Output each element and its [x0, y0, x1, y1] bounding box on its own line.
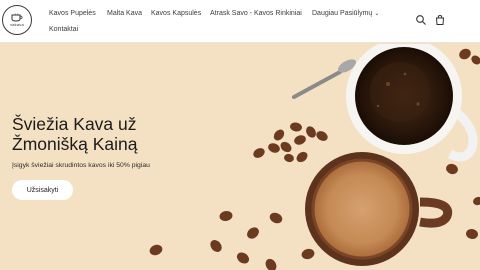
hero-banner	[0, 44, 480, 270]
coffee-cup-icon	[11, 13, 23, 22]
nav-item-daugiau-pasiulymu[interactable]: Daugiau Pasiūlymų ⌄	[312, 9, 379, 19]
nav-item-kavos-kapsules[interactable]: Kavos Kapsulės	[151, 9, 201, 18]
espresso-cup-image	[346, 44, 478, 162]
hero-title-line2: Žmonišką Kainą	[12, 134, 138, 154]
shopping-bag-icon[interactable]	[434, 14, 446, 26]
brand-logo[interactable]: vakava	[2, 5, 32, 35]
nav-item-kavos-rinkiniai[interactable]: Atrask Savo - Kavos Rinkiniai	[210, 9, 302, 18]
search-icon[interactable]	[415, 14, 427, 26]
hero-title: Šviežia Kava už Žmonišką Kainą	[12, 114, 212, 154]
logo-text: vakava	[10, 22, 24, 27]
chevron-down-icon: ⌄	[374, 11, 380, 17]
coffee-hero-image	[149, 44, 480, 270]
hero-subtitle: Įsigyk šviežiai skrudintos kavos iki 50%…	[12, 162, 150, 169]
nav-item-kavos-pupeles[interactable]: Kavos Pupelės	[49, 9, 96, 18]
nav-item-malta-kava[interactable]: Malta Kava	[107, 9, 142, 18]
site-header: vakava Kavos Pupelės Malta Kava Kavos Ka…	[0, 0, 480, 43]
hero-title-line1: Šviežia Kava už	[12, 114, 137, 134]
nav-item-daugiau-label: Daugiau Pasiūlymų	[312, 10, 373, 17]
nav-item-kontaktai[interactable]: Kontaktai	[49, 25, 78, 34]
order-button[interactable]: Užsisakyti	[12, 180, 73, 200]
latte-cup-image	[305, 152, 453, 266]
